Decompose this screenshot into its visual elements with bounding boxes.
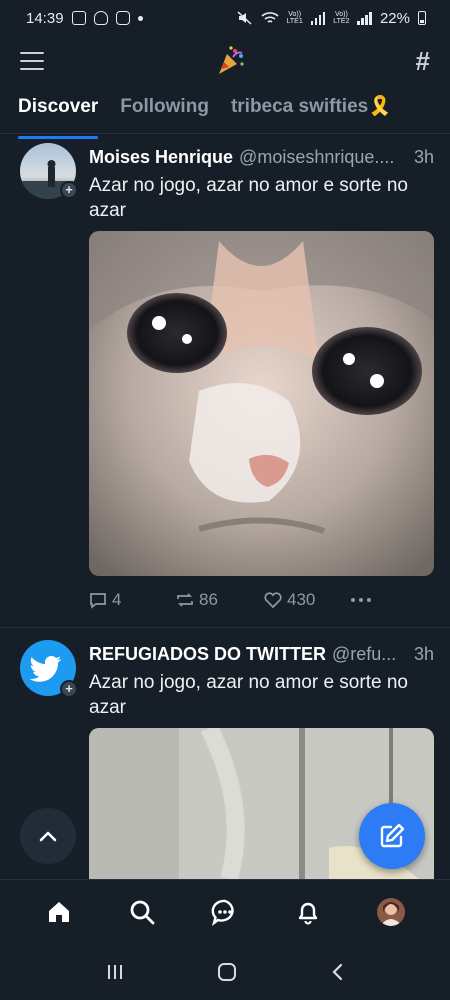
chat-icon <box>211 899 234 926</box>
like-button[interactable]: 430 <box>263 590 350 610</box>
home-button-icon[interactable] <box>216 961 238 983</box>
app-header: # <box>0 36 450 86</box>
ellipsis-icon <box>351 598 371 602</box>
author-handle[interactable]: @refu... <box>332 644 406 665</box>
follow-plus-icon[interactable]: + <box>60 680 78 698</box>
nav-profile[interactable] <box>371 892 411 932</box>
wifi-icon <box>260 12 279 23</box>
more-options-button[interactable] <box>350 597 372 603</box>
reply-button[interactable]: 4 <box>88 590 175 610</box>
nav-notifications[interactable] <box>288 892 328 932</box>
recent-apps-icon[interactable] <box>105 963 125 981</box>
lte1-label: Vo)) LTE1 <box>286 11 303 25</box>
like-count: 430 <box>287 590 316 609</box>
party-popper-icon <box>218 46 244 74</box>
post-header: Moises Henrique @moiseshnrique.... 3h <box>89 147 434 168</box>
crying-cat-image <box>89 231 434 576</box>
nav-chat[interactable] <box>205 892 245 932</box>
battery-percent: 22% <box>379 9 410 27</box>
tab-following[interactable]: Following <box>120 86 209 133</box>
feed-tabs: Discover Following tribeca swifties🎗️ <box>0 86 450 139</box>
nav-search[interactable] <box>122 892 162 932</box>
compose-button[interactable] <box>359 803 425 869</box>
status-right: Vo)) LTE1 Vo)) LTE2 22% <box>237 10 426 27</box>
post-card[interactable]: + Moises Henrique @moiseshnrique.... 3h … <box>0 135 450 627</box>
chevron-up-icon <box>39 831 57 842</box>
author-name[interactable]: Moises Henrique <box>89 147 233 168</box>
home-icon <box>49 901 70 922</box>
shield-icon <box>93 11 108 25</box>
profile-avatar <box>376 897 405 926</box>
signal1-icon <box>310 11 326 25</box>
compose-icon <box>380 823 405 848</box>
reply-icon <box>90 593 106 609</box>
reply-count: 4 <box>112 590 122 609</box>
post-text: Azar no jogo, azar no amor e sorte no az… <box>89 672 408 718</box>
post-image[interactable] <box>89 231 434 576</box>
more-notifications-dot <box>137 15 143 21</box>
tab-tribeca-swifties[interactable]: tribeca swifties🎗️ <box>231 86 392 133</box>
nav-home[interactable] <box>39 892 79 932</box>
author-handle[interactable]: @moiseshnrique.... <box>239 147 406 168</box>
status-time: 14:39 <box>26 9 64 27</box>
post-header: REFUGIADOS DO TWITTER @refu... 3h <box>89 644 434 665</box>
hamburger-icon[interactable] <box>20 52 44 70</box>
post-actions: 4 86 430 <box>88 590 372 610</box>
follow-plus-icon[interactable]: + <box>60 181 78 199</box>
bottom-nav <box>0 879 450 943</box>
system-nav-bar <box>0 943 450 1000</box>
repost-count: 86 <box>199 590 218 609</box>
hash-icon[interactable]: # <box>416 46 430 77</box>
post-time: 3h <box>413 644 434 664</box>
heart-icon <box>264 592 282 609</box>
lte2-label: Vo)) LTE2 <box>333 11 350 25</box>
post-time: 3h <box>413 147 434 167</box>
search-icon <box>130 900 155 924</box>
signal2-icon <box>357 11 372 25</box>
tab-discover[interactable]: Discover <box>18 86 99 139</box>
back-icon[interactable] <box>329 962 345 982</box>
scroll-to-top-button[interactable] <box>20 808 76 864</box>
status-left: 14:39 <box>26 10 143 27</box>
battery-icon <box>418 11 426 25</box>
mute-icon <box>237 11 252 25</box>
instagram-icon <box>115 11 130 25</box>
bell-icon <box>298 902 317 925</box>
gallery-icon <box>71 11 86 25</box>
status-bar: 14:39 Vo)) LTE1 Vo)) LTE2 22% <box>0 0 450 36</box>
post-text: Azar no jogo, azar no amor e sorte no az… <box>89 175 408 221</box>
repost-icon <box>177 593 193 607</box>
author-name[interactable]: REFUGIADOS DO TWITTER <box>89 644 326 665</box>
repost-button[interactable]: 86 <box>175 590 263 610</box>
